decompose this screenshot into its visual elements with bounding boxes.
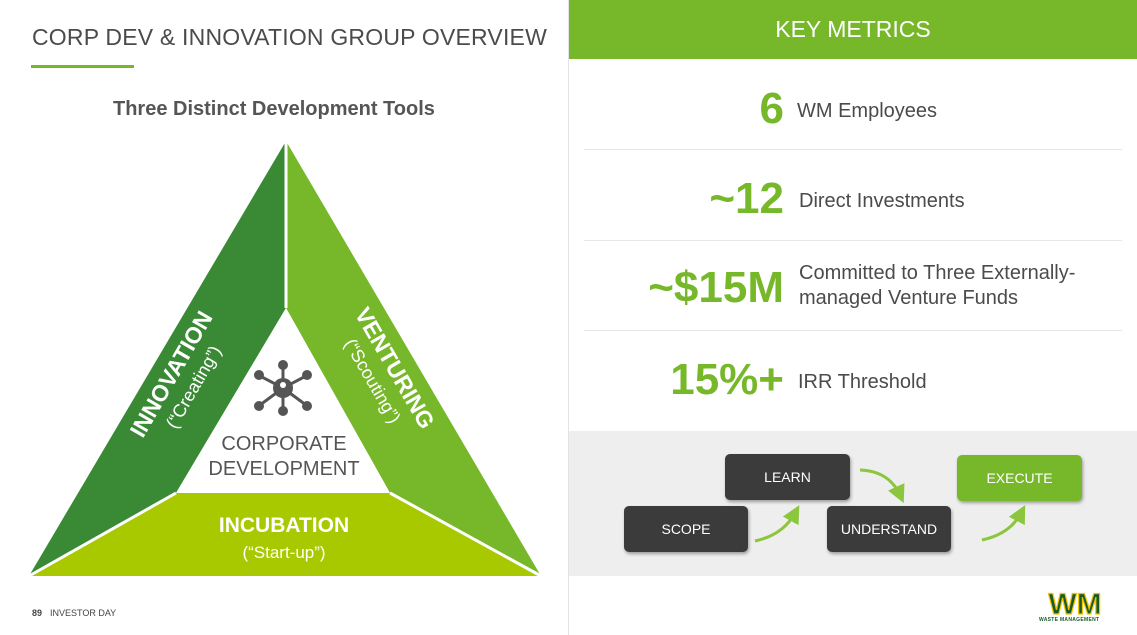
arrow-learn-to-understand-icon <box>859 468 905 504</box>
metric-divider <box>584 330 1122 331</box>
metric-value-employees: 6 <box>759 84 784 133</box>
center-label-line2: DEVELOPMENT <box>208 458 359 480</box>
metrics-title: KEY METRICS <box>775 16 931 42</box>
incubation-subtitle: (“Start-up”) <box>242 543 325 562</box>
metric-label-irr: IRR Threshold <box>798 371 927 393</box>
process-arrows <box>754 468 1026 543</box>
metric-label-funds-line2: managed Venture Funds <box>799 287 1019 309</box>
arrow-understand-to-execute-icon <box>981 505 1026 542</box>
svg-text:WM: WM <box>1048 589 1101 619</box>
metric-label-funds-line1: Committed to Three Externally- <box>799 262 1076 284</box>
incubation-title: INCUBATION <box>219 514 349 537</box>
metric-divider <box>584 240 1122 241</box>
metric-value-irr: 15%+ <box>670 355 784 404</box>
logo-subtext: WASTE MANAGEMENT <box>1039 617 1100 623</box>
page-number: 89 <box>32 608 43 618</box>
metric-label-employees: WM Employees <box>797 100 938 122</box>
arrow-scope-to-learn-icon <box>754 505 800 543</box>
footer-label: INVESTOR DAY <box>50 608 117 618</box>
development-tools-triangle: CORPORATE DEVELOPMENT INNOVATION (“Creat… <box>28 141 542 578</box>
metric-divider <box>584 149 1122 150</box>
metric-value-funds: ~$15M <box>648 263 784 312</box>
wm-logo: WM <box>1048 589 1103 619</box>
center-label-line1: CORPORATE <box>221 433 346 455</box>
metric-label-investments: Direct Investments <box>799 190 965 212</box>
metric-value-investments: ~12 <box>709 174 784 223</box>
